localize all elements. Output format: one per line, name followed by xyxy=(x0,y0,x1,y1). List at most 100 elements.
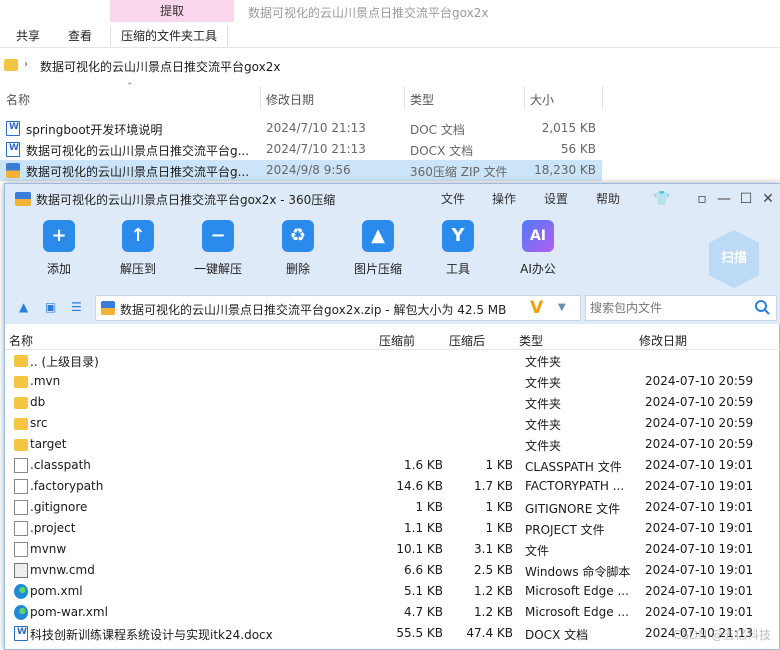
cell-modified: 2024-07-10 19:01 xyxy=(645,479,754,493)
cell-name: 科技创新训练课程系统设计与实现itk24.docx xyxy=(30,628,273,642)
word-doc-icon xyxy=(14,626,28,641)
one-click-extract-button[interactable]: − 一键解压 xyxy=(186,220,250,290)
cell-modified: 2024-07-10 19:01 xyxy=(645,458,754,472)
verified-v-icon[interactable]: V xyxy=(530,298,543,318)
table-row[interactable]: .factorypath 14.6 KB 1.7 KB FACTORYPATH ...… xyxy=(5,476,780,497)
menu-help[interactable]: 帮助 xyxy=(596,190,620,207)
cell-modified: 2024-07-10 20:59 xyxy=(645,395,754,409)
explorer-file-row[interactable]: 数据可视化的云山川景点日推交流平台g... 2024/7/10 21:13 DO… xyxy=(0,139,602,160)
folder-icon xyxy=(14,376,28,388)
ribbon-tab-share[interactable]: 共享 xyxy=(16,26,40,46)
search-icon[interactable] xyxy=(754,299,770,315)
file-icon xyxy=(14,458,28,473)
table-row[interactable]: .project 1.1 KB 1 KB PROJECT 文件 2024-07-10 1… xyxy=(5,518,780,539)
word-doc-icon xyxy=(6,142,20,157)
close-icon[interactable]: ✕ xyxy=(757,188,779,210)
dropdown-arrow-icon[interactable]: ▼ xyxy=(558,302,566,313)
column-divider[interactable] xyxy=(260,86,261,110)
chevron-right-icon[interactable]: › xyxy=(24,59,28,70)
cell-name: src xyxy=(30,416,48,430)
archive-column-headers: 名称 压缩前 压缩后 类型 修改日期 xyxy=(5,328,780,350)
minimize-icon[interactable]: — xyxy=(713,188,735,210)
cell-original: 2.5 KB xyxy=(474,563,513,577)
column-type[interactable]: 类型 xyxy=(410,91,434,108)
column-original[interactable]: 压缩后 xyxy=(449,332,485,349)
cell-name: .project xyxy=(30,521,76,535)
maximize-icon[interactable]: ☐ xyxy=(735,188,757,210)
ribbon-context-tab-extract[interactable]: 提取 xyxy=(110,0,234,22)
archive-path-field[interactable]: 数据可视化的云山川景点日推交流平台gox2x.zip - 解包大小为 42.5 … xyxy=(95,295,581,321)
cell-modified: 2024-07-10 20:59 xyxy=(645,374,754,388)
search-input[interactable] xyxy=(586,296,746,320)
menu-operation[interactable]: 操作 xyxy=(492,190,516,207)
column-compressed[interactable]: 压缩前 xyxy=(379,332,415,349)
table-row[interactable]: .. (上级目录) 文件夹 xyxy=(5,350,780,371)
cell-type: 文件夹 xyxy=(525,439,562,453)
column-modified[interactable]: 修改日期 xyxy=(266,91,314,108)
cell-name: mvnw.cmd xyxy=(30,563,95,577)
file-icon xyxy=(14,542,28,557)
address-path[interactable]: 数据可视化的云山川景点日推交流平台gox2x xyxy=(40,58,280,75)
column-type[interactable]: 类型 xyxy=(519,332,543,349)
ai-office-button[interactable]: AI AI办公 xyxy=(506,220,570,290)
column-divider[interactable] xyxy=(602,86,603,110)
cell-name: .classpath xyxy=(30,458,91,472)
menu-settings[interactable]: 设置 xyxy=(544,190,568,207)
cell-compressed: 1.1 KB xyxy=(404,521,443,535)
cell-modified: 2024-07-10 19:01 xyxy=(645,563,754,577)
ribbon-tab-zip-tools[interactable]: 压缩的文件夹工具 xyxy=(110,26,229,46)
search-box[interactable] xyxy=(585,295,777,321)
table-row[interactable]: target 文件夹 2024-07-10 20:59 xyxy=(5,434,780,455)
table-row[interactable]: pom.xml 5.1 KB 1.2 KB Microsoft Edge ... 202… xyxy=(5,581,780,602)
ribbon-tab-view[interactable]: 查看 xyxy=(68,26,92,46)
delete-button[interactable]: ♻ 删除 xyxy=(266,220,330,290)
tools-hex-icon: Y xyxy=(442,220,474,252)
extract-to-button[interactable]: ↑ 解压到 xyxy=(106,220,170,290)
image-compress-button[interactable]: ▲ 图片压缩 xyxy=(346,220,410,290)
explorer-ribbon: 提取 数据可视化的云山川景点日推交流平台gox2x 共享 查看 压缩的文件夹工具 xyxy=(0,0,780,48)
column-size[interactable]: 大小 xyxy=(530,91,554,108)
explorer-column-headers: ⌃ 名称 修改日期 类型 大小 xyxy=(0,82,780,110)
cell-name: .factorypath xyxy=(30,479,104,493)
column-divider[interactable] xyxy=(404,86,405,110)
tools-button[interactable]: Y 工具 xyxy=(426,220,490,290)
column-name[interactable]: 名称 xyxy=(6,91,30,108)
table-row[interactable]: mvnw 10.1 KB 3.1 KB 文件 2024-07-10 19:01 xyxy=(5,539,780,560)
cell-modified: 2024-07-10 20:59 xyxy=(645,416,754,430)
zip-titlebar[interactable]: 数据可视化的云山川景点日推交流平台gox2x - 360压缩 文件 操作 设置 … xyxy=(5,184,780,214)
cell-compressed: 5.1 KB xyxy=(404,584,443,598)
table-row[interactable]: pom-war.xml 4.7 KB 1.2 KB Microsoft Edge ..… xyxy=(5,602,780,623)
table-row[interactable]: .gitignore 1 KB 1 KB GITIGNORE 文件 2024-07-10… xyxy=(5,497,780,518)
column-modified[interactable]: 修改日期 xyxy=(639,332,687,349)
cell-name: .mvn xyxy=(30,374,61,388)
cell-compressed: 14.6 KB xyxy=(396,479,443,493)
add-button[interactable]: + 添加 xyxy=(27,220,91,290)
list-view-icon[interactable]: ☰ xyxy=(71,300,82,314)
cell-compressed: 10.1 KB xyxy=(396,542,443,556)
table-row[interactable]: 科技创新训练课程系统设计与实现itk24.docx 55.5 KB 47.4 KB D… xyxy=(5,623,780,644)
file-icon xyxy=(14,479,28,494)
cell-modified: 2024-07-10 19:01 xyxy=(645,521,754,535)
table-row[interactable]: src 文件夹 2024-07-10 20:59 xyxy=(5,413,780,434)
explorer-file-row-selected[interactable]: 数据可视化的云山川景点日推交流平台g... 2024/9/8 9:56 360压… xyxy=(0,160,602,181)
column-name[interactable]: 名称 xyxy=(9,332,33,349)
cell-modified: 2024-07-10 20:59 xyxy=(645,437,754,451)
zip-icon xyxy=(101,301,115,315)
menu-file[interactable]: 文件 xyxy=(441,190,465,207)
column-divider[interactable] xyxy=(524,86,525,110)
explorer-address-bar[interactable]: › 数据可视化的云山川景点日推交流平台gox2x xyxy=(0,56,780,78)
explorer-file-row[interactable]: springboot开发环境说明 2024/7/10 21:13 DOC 文档 … xyxy=(0,118,602,139)
table-row[interactable]: .classpath 1.6 KB 1 KB CLASSPATH 文件 2024-07-… xyxy=(5,455,780,476)
restore-down-icon[interactable]: ▫ xyxy=(691,188,713,210)
zip-window-title: 数据可视化的云山川景点日推交流平台gox2x - 360压缩 xyxy=(36,193,336,207)
scan-button[interactable]: 扫描 xyxy=(709,230,759,288)
add-folder-icon: + xyxy=(43,220,75,252)
extract-folder-icon: ↑ xyxy=(122,220,154,252)
table-row[interactable]: mvnw.cmd 6.6 KB 2.5 KB Windows 命令脚本 2024-07-… xyxy=(5,560,780,581)
shirt-skin-icon[interactable]: 👕 xyxy=(651,188,673,210)
table-row[interactable]: .mvn 文件夹 2024-07-10 20:59 xyxy=(5,371,780,392)
thumbnail-view-icon[interactable]: ▣ xyxy=(45,300,56,314)
up-arrow-icon[interactable]: ▲ xyxy=(19,300,28,314)
table-row[interactable]: db 文件夹 2024-07-10 20:59 xyxy=(5,392,780,413)
folder-icon xyxy=(14,418,28,430)
